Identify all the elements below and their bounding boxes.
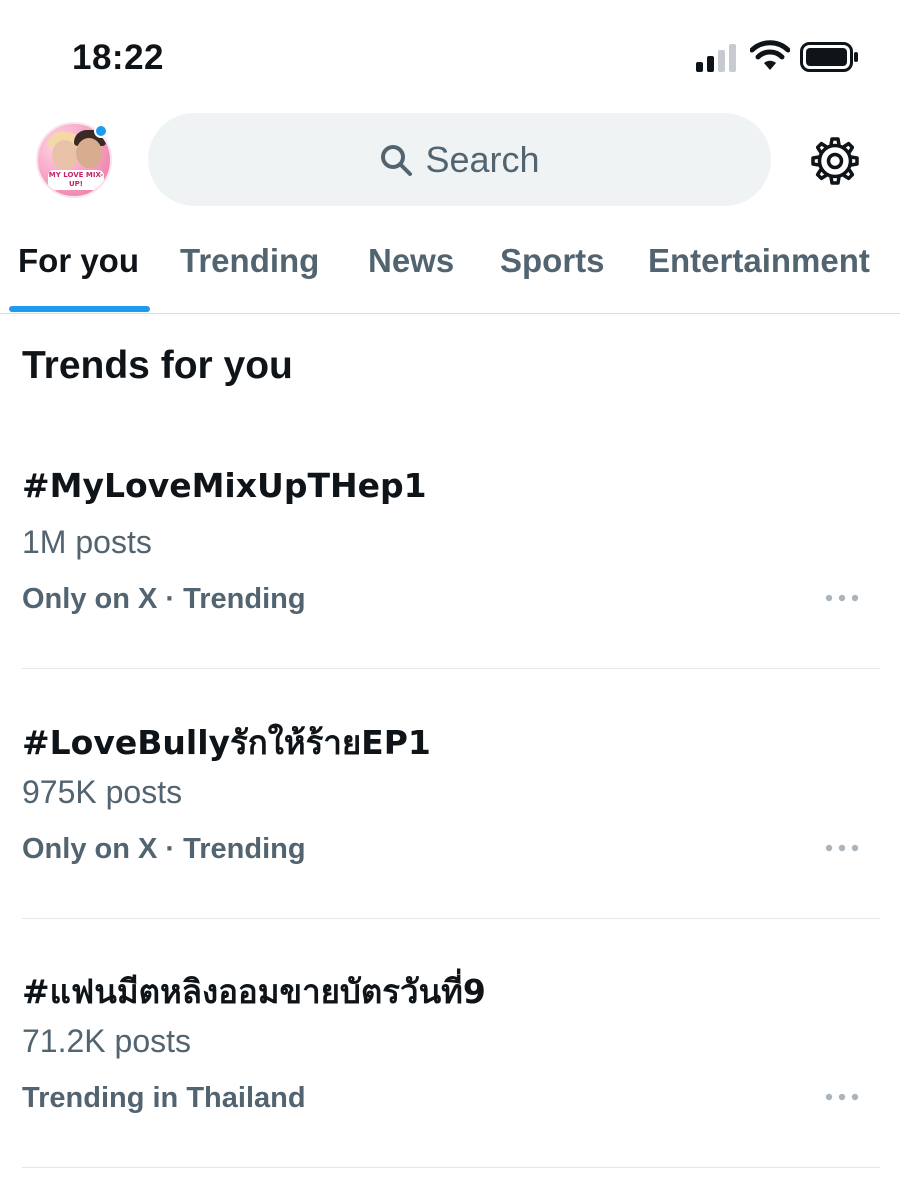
battery-icon <box>800 42 858 72</box>
section-title: Trends for you <box>22 344 293 387</box>
more-options-icon[interactable] <box>824 1091 860 1103</box>
tab-for-you[interactable]: For you <box>18 242 139 280</box>
tab-bar: For you Trending News Sports Entertainme… <box>0 226 900 314</box>
status-time: 18:22 <box>72 38 165 77</box>
more-options-icon[interactable] <box>824 842 860 854</box>
active-tab-indicator <box>9 306 150 312</box>
trend-item[interactable]: #LoveBullyรักให้ร้ายEP1 975K posts Only … <box>22 716 880 919</box>
gear-icon[interactable] <box>810 136 860 186</box>
trend-context: Only on X · Trending <box>22 583 306 615</box>
avatar-face-left <box>52 140 78 170</box>
more-options-icon[interactable] <box>824 592 860 604</box>
trend-item[interactable]: #MyLoveMixUpTHep1 1M posts Only on X · T… <box>22 466 880 669</box>
wifi-icon <box>750 40 790 70</box>
tab-news[interactable]: News <box>368 242 454 280</box>
trend-name: #MyLoveMixUpTHep1 <box>22 466 427 505</box>
notification-dot <box>94 124 108 138</box>
explore-page: 18:22 MY LOVE MIX-UP! Search For you Tre… <box>0 0 900 1200</box>
trend-post-count: 71.2K posts <box>22 1023 191 1059</box>
trend-context: Only on X · Trending <box>22 833 306 865</box>
trend-post-count: 975K posts <box>22 774 183 810</box>
trend-post-count: 1M posts <box>22 524 152 560</box>
trend-context: Trending in Thailand <box>22 1082 306 1114</box>
tab-trending[interactable]: Trending <box>180 242 319 280</box>
search-bar[interactable]: Search <box>148 113 771 206</box>
tab-entertainment[interactable]: Entertainment <box>648 242 870 280</box>
avatar-logo-text: MY LOVE MIX-UP! <box>48 170 104 190</box>
trend-name: #LoveBullyรักให้ร้ายEP1 <box>22 723 431 762</box>
search-icon <box>381 144 413 176</box>
signal-icon <box>696 44 736 72</box>
tab-sports[interactable]: Sports <box>500 242 605 280</box>
avatar-face-right <box>76 138 102 168</box>
trend-name: #แฟนมีตหลิงออมขายบัตรวันที่9 <box>22 972 486 1011</box>
search-placeholder: Search <box>425 138 540 180</box>
status-bar: 18:22 <box>0 0 900 110</box>
trend-item[interactable]: #แฟนมีตหลิงออมขายบัตรวันที่9 71.2K posts… <box>22 965 880 1168</box>
